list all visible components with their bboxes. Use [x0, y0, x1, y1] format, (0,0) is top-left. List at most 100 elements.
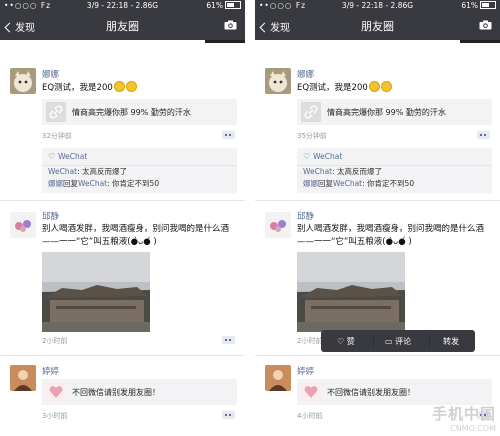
avatar-flower-image — [265, 212, 291, 238]
like-name[interactable]: WeChat — [58, 152, 87, 161]
divider — [255, 355, 500, 356]
more-actions-button[interactable] — [222, 336, 235, 344]
reply-word: 回复 — [318, 179, 333, 188]
left-screenshot: ••○○○ Fz 3/9 - 22:18 - 2.86G 61% 发现 朋友圈 … — [0, 0, 245, 436]
post-photo[interactable] — [297, 252, 405, 332]
post-time: 3小时前 — [42, 412, 68, 420]
avatar-portrait-image — [265, 365, 291, 391]
link-title: 不回微信请别发朋友圈！ — [327, 388, 415, 397]
heart-icon: ♡ — [48, 152, 56, 161]
comment-line[interactable]: WeChat: 太高反而爆了 — [297, 166, 492, 178]
post-text: 别人喝酒发胖，我喝酒瘦身，别问我喝的是什么酒——一一“它”叫五粮液(●̀ᴗ●́ … — [42, 224, 230, 247]
page-title: 朋友圈 — [361, 20, 394, 33]
avatar[interactable] — [265, 365, 291, 391]
divider — [0, 355, 245, 356]
post-text: EQ测试，我是200 — [42, 81, 237, 95]
heart-icon: ♡ — [337, 337, 345, 346]
post-username[interactable]: 邱静 — [42, 210, 59, 222]
post-time: 4小时前 — [297, 412, 323, 420]
divider — [0, 200, 245, 201]
battery-percent: 61% — [461, 1, 478, 10]
avatar[interactable] — [10, 365, 36, 391]
reply-word: 回复 — [63, 179, 78, 188]
post-text-content: EQ测试，我是200 — [42, 83, 113, 93]
shared-link-card[interactable]: 情商高完爆你那 99% 勤劳的汗水 — [42, 99, 237, 125]
grin-emoji-icon — [380, 81, 392, 92]
post-username[interactable]: 邱静 — [297, 210, 314, 222]
forward-label: 转发 — [443, 337, 459, 346]
camera-icon[interactable] — [479, 20, 492, 30]
comment-line[interactable]: 娜娜回复WeChat: 你肯定不到50 — [42, 178, 237, 193]
post-text: EQ测试，我是200 — [297, 81, 492, 95]
battery-icon — [480, 1, 496, 9]
likes-row: ♡ WeChat — [297, 148, 492, 166]
avatar-flower-image — [10, 212, 36, 238]
reply-target[interactable]: WeChat — [333, 179, 362, 188]
status-bar: ••○○○ Fz 3/9 - 22:18 - 2.86G 61% — [255, 0, 500, 12]
post-username[interactable]: 婷婷 — [297, 365, 314, 377]
link-thumbnail — [301, 382, 321, 402]
watermark-subtext: CNMO.COM — [450, 424, 496, 433]
cover-strip — [205, 40, 245, 43]
comment-line[interactable]: 娜娜回复WeChat: 你肯定不到50 — [297, 178, 492, 193]
link-icon — [46, 102, 66, 122]
like-action[interactable]: ♡ 赞 — [337, 336, 355, 347]
comment-text: 你肯定不到50 — [367, 179, 415, 188]
nav-bar: 发现 朋友圈 — [255, 12, 500, 40]
comment-action[interactable]: ▭ 评论 — [385, 336, 411, 347]
battery-percent: 61% — [206, 1, 223, 10]
shared-link-card[interactable]: 情商高完爆你那 99% 勤劳的汗水 — [297, 99, 492, 125]
divider — [255, 200, 500, 201]
cover-edge — [255, 40, 500, 46]
comment-author[interactable]: WeChat — [48, 167, 77, 176]
avatar[interactable] — [265, 212, 291, 238]
like-name[interactable]: WeChat — [313, 152, 342, 161]
avatar[interactable] — [265, 68, 291, 94]
camera-icon[interactable] — [224, 20, 237, 30]
heart-icon: ♡ — [303, 152, 311, 161]
post-username[interactable]: 娜娜 — [297, 68, 314, 80]
comment-line[interactable]: WeChat: 太高反而爆了 — [42, 166, 237, 178]
likes-row: ♡ WeChat — [42, 148, 237, 166]
comment-text: 你肯定不到50 — [112, 179, 160, 188]
more-actions-button[interactable] — [222, 131, 235, 139]
avatar[interactable] — [10, 212, 36, 238]
post-time: 2小时前 — [42, 337, 68, 345]
post-time: 32分钟前 — [42, 132, 72, 140]
battery-indicator: 61% — [461, 1, 496, 10]
battery-icon — [225, 1, 241, 9]
post-photo[interactable] — [42, 252, 150, 332]
comment-author[interactable]: WeChat — [303, 167, 332, 176]
watermark-text: 手机中国 — [431, 405, 496, 423]
more-actions-button[interactable] — [222, 411, 235, 419]
comment-text: 太高反而爆了 — [82, 167, 128, 176]
comment-author[interactable]: 娜娜 — [48, 179, 63, 188]
shared-link-card[interactable]: 不回微信请别发朋友圈！ — [297, 379, 492, 405]
popup-divider — [373, 335, 374, 347]
right-screenshot: ••○○○ Fz 3/9 - 22:18 - 2.86G 61% 发现 朋友圈 … — [255, 0, 500, 436]
avatar-cat-image — [10, 68, 36, 94]
popup-divider — [429, 335, 430, 347]
post-time: 2小时前 — [297, 337, 323, 345]
comment-text: 太高反而爆了 — [337, 167, 383, 176]
comment-author[interactable]: 娜娜 — [303, 179, 318, 188]
status-bar: ••○○○ Fz 3/9 - 22:18 - 2.86G 61% — [0, 0, 245, 12]
more-actions-button[interactable] — [477, 131, 490, 139]
action-popup: ♡ 赞 ▭ 评论 转发 — [321, 330, 475, 352]
battery-indicator: 61% — [206, 1, 241, 10]
reply-target[interactable]: WeChat — [78, 179, 107, 188]
grin-emoji-icon — [125, 81, 137, 92]
smile-emoji-icon — [368, 81, 380, 92]
forward-action[interactable]: 转发 — [443, 336, 459, 347]
shared-link-card[interactable]: 不回微信请别发朋友圈！ — [42, 379, 237, 405]
cover-edge — [0, 40, 245, 46]
comments-box: ♡ WeChat WeChat: 太高反而爆了 娜娜回复WeChat: 你肯定不到… — [297, 148, 492, 193]
post-text: 别人喝酒发胖，我喝酒瘦身，别问我喝的是什么酒——一一“它”叫五粮液(●̀ᴗ●́ … — [297, 224, 485, 247]
link-title: 不回微信请别发朋友圈！ — [72, 388, 160, 397]
post-username[interactable]: 婷婷 — [42, 365, 59, 377]
post-time: 35分钟前 — [297, 132, 327, 140]
post-text-content: EQ测试，我是200 — [297, 83, 368, 93]
link-title: 情商高完爆你那 99% 勤劳的汗水 — [327, 108, 446, 117]
avatar[interactable] — [10, 68, 36, 94]
post-username[interactable]: 娜娜 — [42, 68, 59, 80]
